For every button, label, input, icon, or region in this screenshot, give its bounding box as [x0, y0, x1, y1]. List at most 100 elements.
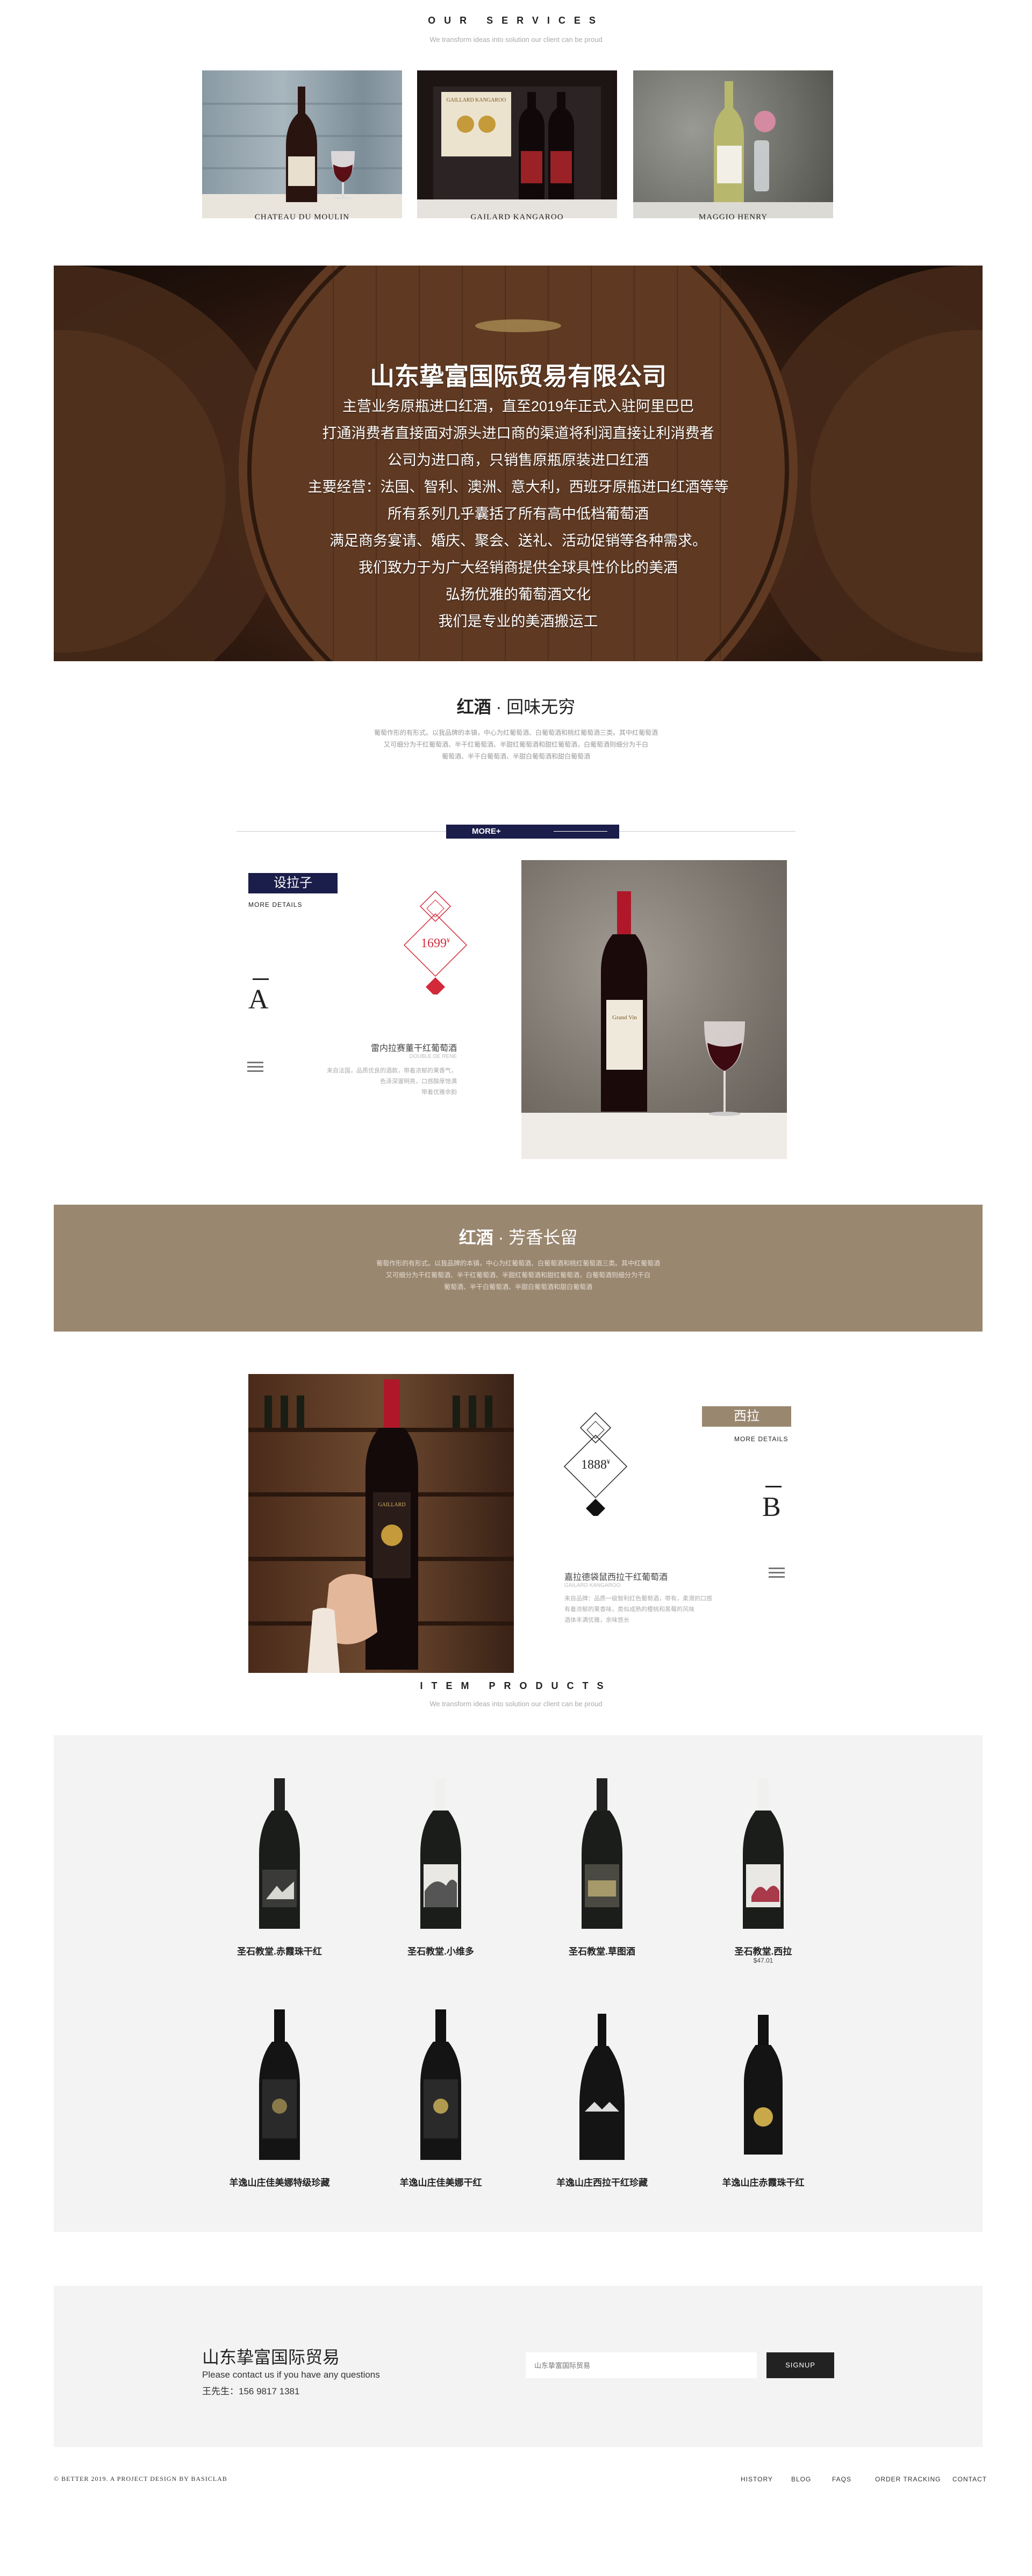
- wine-bottle-and-glass-image: [202, 87, 402, 218]
- section1-title-rest: · 回味无穷: [491, 697, 576, 717]
- hero-line-6: 满足商务宴请、婚庆、聚会、送礼、活动促销等各种需求。: [329, 533, 707, 549]
- product-a-letter: A: [248, 984, 269, 1015]
- product-name-5[interactable]: 羊逸山庄佳美娜特级珍藏: [199, 2175, 360, 2188]
- section2-title-rest: · 芳香长留: [493, 1228, 578, 1247]
- section2-band: 红酒 · 芳香长留 葡萄作形的有形式。以我品牌的本镇，中心为红葡萄酒、白葡萄酒和…: [54, 1205, 983, 1332]
- red-wine-bottle-photo: Grand Vin: [521, 891, 787, 1159]
- svg-text:GAILLARD: GAILLARD: [378, 1502, 405, 1508]
- product-name-8[interactable]: 羊逸山庄赤霞珠干红: [683, 2175, 844, 2188]
- product-card-6[interactable]: 羊逸山庄佳美娜干红: [360, 2004, 521, 2198]
- hero-line-3: 公司为进口商，只销售原瓶原装进口红酒: [388, 452, 649, 468]
- product-a-more-details[interactable]: MORE DETAILS: [248, 901, 302, 908]
- section2-title-bold: 红酒: [458, 1228, 493, 1247]
- footer-link-contact[interactable]: CONTACT: [952, 2475, 987, 2483]
- product-card-8[interactable]: 羊逸山庄赤霞珠干红: [683, 2004, 844, 2198]
- items-title: ITEM PRODUCTS: [420, 1680, 612, 1691]
- product-card-3[interactable]: 圣石教堂.草图酒: [521, 1773, 683, 1966]
- more-button[interactable]: MORE+: [446, 825, 619, 839]
- product-card-7[interactable]: 羊逸山庄西拉干红珍藏: [521, 2004, 683, 2198]
- product-b-letter-bar: [765, 1486, 782, 1487]
- product-card-1[interactable]: 圣石教堂.赤霞珠干红: [199, 1773, 360, 1966]
- wine-bottle-icon: [420, 1778, 461, 1929]
- services-subtitle: We transform ideas into solution our cli…: [429, 35, 603, 44]
- service-caption-3[interactable]: MAGGIO HENRY: [633, 213, 833, 222]
- service-card-maggio-henry[interactable]: [633, 70, 833, 218]
- section1-desc-2: 又可细分为干红葡萄酒、半干红葡萄酒、半甜红葡萄酒和甜红葡萄酒，白葡萄酒则细分为干…: [383, 741, 648, 748]
- product-b-more-details[interactable]: MORE DETAILS: [734, 1435, 788, 1443]
- product-b-desc-2: 有着浓郁的果香味，类似成熟的樱桃和黑莓的风味: [564, 1606, 694, 1613]
- footer-link-faqs[interactable]: FAQS: [832, 2475, 851, 2483]
- product-name-3[interactable]: 圣石教堂.草图酒: [521, 1944, 683, 1957]
- product-b-desc-1: 来自品牌：品质一级智利红色葡萄酒，带有，柔滑的口感: [564, 1595, 712, 1602]
- product-b-desc: 来自品牌：品质一级智利红色葡萄酒，带有，柔滑的口感 有着浓郁的果香味，类似成熟的…: [564, 1593, 742, 1626]
- section1-title: 红酒 · 回味无穷: [0, 693, 1032, 718]
- services-title: OUR SERVICES: [428, 15, 604, 26]
- service-caption-1[interactable]: CHATEAU DU MOULIN: [202, 213, 402, 222]
- product-a-price-value: 1699: [421, 936, 447, 950]
- wine-bottle-icon: [743, 1778, 784, 1929]
- wine-cellar-bottle-photo: GAILLARD: [248, 1379, 514, 1673]
- section1-desc-1: 葡萄作形的有形式。以我品牌的本镇，中心为红葡萄酒、白葡萄酒和桃红葡萄酒三类。其中…: [374, 729, 658, 736]
- product-name-2[interactable]: 圣石教堂.小维多: [360, 1944, 521, 1957]
- wine-bottle-icon: [582, 1778, 622, 1929]
- signup-button[interactable]: SIGNUP: [766, 2352, 834, 2378]
- product-name-6[interactable]: 羊逸山庄佳美娜干红: [360, 2175, 521, 2188]
- menu-icon[interactable]: [247, 1062, 263, 1072]
- svg-text:GAILLARD KANGAROO: GAILLARD KANGAROO: [447, 97, 506, 103]
- contact-phone: 王先生：156 9817 1381: [202, 2386, 300, 2396]
- product-a-desc-2: 色泽深邃明亮，口感醇厚饱满: [380, 1078, 457, 1085]
- product-b-price: 1888¥: [558, 1458, 633, 1472]
- product-name-4[interactable]: 圣石教堂.西拉: [683, 1944, 844, 1957]
- section2-desc-2: 又可细分为干红葡萄酒、半干红葡萄酒、半甜红葡萄酒和甜红葡萄酒，白葡萄酒则细分为干…: [385, 1271, 650, 1279]
- contact-input[interactable]: [526, 2352, 757, 2378]
- wine-bottle-icon: [579, 2014, 625, 2160]
- section1-desc-3: 葡萄酒、半干白葡萄酒、半甜白葡萄酒和甜白葡萄酒: [441, 753, 590, 760]
- product-a-price: 1699¥: [398, 936, 473, 951]
- product-b-name[interactable]: 嘉拉德袋鼠西拉干红葡萄酒: [564, 1570, 704, 1583]
- service-card-gailard-kangaroo[interactable]: GAILLARD KANGAROO: [417, 70, 617, 218]
- product-name-1[interactable]: 圣石教堂.赤霞珠干红: [199, 1944, 360, 1957]
- product-b-price-value: 1888: [581, 1458, 607, 1472]
- wine-bottle-icon: [420, 2009, 461, 2160]
- items-subtitle: We transform ideas into solution our cli…: [429, 1700, 603, 1708]
- product-a-desc-1: 来自法国，品质优良的酒款，带着浓郁的果香气，: [327, 1068, 457, 1074]
- svg-text:Grand Vin: Grand Vin: [612, 1014, 637, 1021]
- product-card-2[interactable]: 圣石教堂.小维多: [360, 1773, 521, 1966]
- product-a-name[interactable]: 雷内拉赛董干红葡萄酒: [366, 1041, 457, 1054]
- service-caption-2[interactable]: GAILARD KANGAROO: [417, 213, 617, 222]
- product-card-4[interactable]: 圣石教堂.西拉 $47.01: [683, 1773, 844, 1977]
- product-a-desc: 来自法国，品质优良的酒款，带着浓郁的果香气， 色泽深邃明亮，口感醇厚饱满 带着优…: [301, 1065, 457, 1098]
- footer-copyright: © BETTER 2019. A PROJECT DESIGN BY BASIC…: [54, 2475, 227, 2482]
- product-b-photo[interactable]: GAILLARD: [248, 1374, 514, 1673]
- footer-link-order-tracking[interactable]: ORDER TRACKING: [875, 2475, 941, 2483]
- section2-title: 红酒 · 芳香长留: [54, 1224, 983, 1249]
- menu-icon-2[interactable]: [769, 1568, 785, 1578]
- service-card-chateau-du-moulin[interactable]: [202, 70, 402, 218]
- contact-company: 山东挚富国际贸易: [202, 2348, 340, 2367]
- product-card-5[interactable]: 羊逸山庄佳美娜特级珍藏: [199, 2004, 360, 2198]
- hero-line-1: 主营业务原瓶进口红酒，直至2019年正式入驻阿里巴巴: [342, 398, 694, 414]
- wine-bottle-icon: [744, 2015, 783, 2155]
- section2-desc-3: 葡萄酒、半干白葡萄酒、半甜白葡萄酒和甜白葡萄酒: [443, 1283, 592, 1291]
- hero-line-8: 弘扬优雅的葡萄酒文化: [446, 586, 591, 603]
- contact-section: 山东挚富国际贸易 Please contact us if you have a…: [54, 2286, 983, 2447]
- product-a-currency: ¥: [447, 936, 450, 944]
- product-b-currency: ¥: [607, 1458, 610, 1465]
- hero-banner: 山东挚富国际贸易有限公司 主营业务原瓶进口红酒，直至2019年正式入驻阿里巴巴 …: [54, 266, 983, 661]
- white-wine-bottle-image: [633, 81, 833, 218]
- product-a-photo[interactable]: Grand Vin: [521, 860, 787, 1159]
- product-a-tag[interactable]: 设拉子: [248, 873, 338, 893]
- product-b-desc-3: 酒体丰满优雅，余味悠长: [564, 1617, 629, 1623]
- products-grid: 圣石教堂.赤霞珠干红 圣石教堂.小维多 圣石教堂.草图酒 圣石教堂.西拉 $47…: [54, 1735, 983, 2232]
- section2-desc-1: 葡萄作形的有形式。以我品牌的本镇，中心为红葡萄酒、白葡萄酒和桃红葡萄酒三类。其中…: [376, 1260, 660, 1267]
- footer-link-blog[interactable]: BLOG: [791, 2475, 811, 2483]
- hero-line-7: 我们致力于为广大经销商提供全球具性价比的美酒: [359, 560, 678, 576]
- hero-company-name: 山东挚富国际贸易有限公司: [370, 362, 666, 390]
- wine-gift-box-image: GAILLARD KANGAROO: [417, 87, 617, 218]
- product-b-letter: B: [762, 1492, 781, 1522]
- product-price-4: $47.01: [753, 1957, 773, 1964]
- product-b-tag[interactable]: 西拉: [702, 1406, 791, 1427]
- arrow-right-icon: [554, 831, 607, 832]
- product-name-7[interactable]: 羊逸山庄西拉干红珍藏: [521, 2175, 683, 2188]
- footer-link-history[interactable]: HISTORY: [741, 2475, 773, 2483]
